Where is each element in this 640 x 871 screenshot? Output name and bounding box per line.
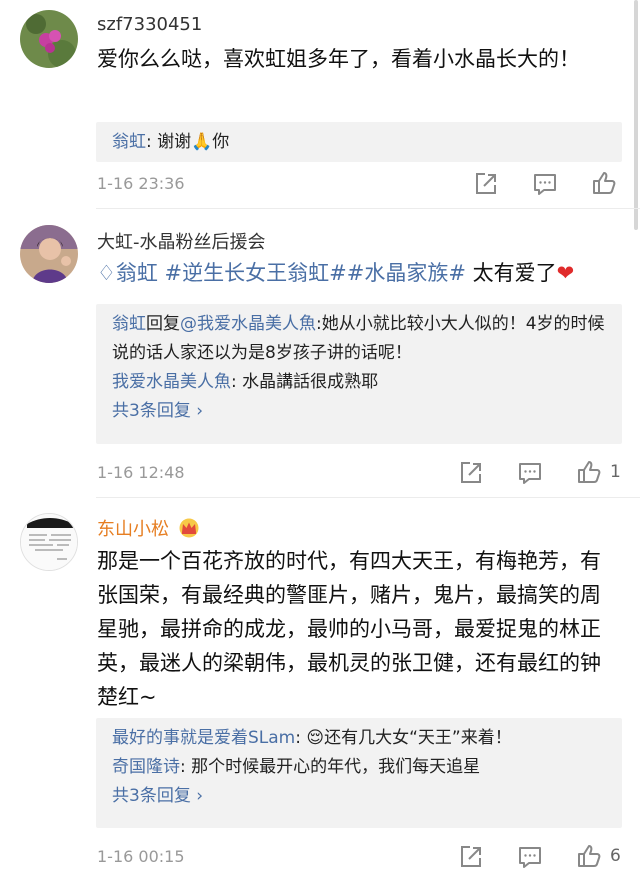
reply-mention[interactable]: @我爱水晶美人魚 <box>180 314 316 334</box>
diamond-icon: ♢ <box>97 261 116 285</box>
timestamp: 1-16 00:15 <box>97 847 185 866</box>
share-icon[interactable] <box>458 844 484 870</box>
comment-item: 东山小松 那是一个百花齐放的时代，有四大天王，有梅艳芳，有张国荣，有最经典的警匪… <box>0 497 640 871</box>
reply-box[interactable]: 翁虹回复@我爱水晶美人魚:她从小就比较小大人似的！4岁的时候说的话人家还以为是8… <box>96 304 622 444</box>
comment-text: 爱你么么哒，喜欢虹姐多年了，看着小水晶长大的！ <box>97 47 580 71</box>
reply-author[interactable]: 翁虹 <box>112 132 146 152</box>
reply-line: 翁虹: 谢谢🙏你 <box>96 122 622 162</box>
like-count: 6 <box>610 846 621 866</box>
comment-item: szf7330451 爱你么么哒，喜欢虹姐多年了，看着小水晶长大的！ 翁虹: 谢… <box>0 0 640 208</box>
crown-icon <box>179 518 199 538</box>
reply-line: 翁虹回复@我爱水晶美人魚:她从小就比较小大人似的！4岁的时候说的话人家还以为是8… <box>96 310 622 368</box>
reply-author[interactable]: 翁虹 <box>112 314 146 334</box>
reply-line: 奇国隆诗: 那个时候最开心的年代，我们每天追星 <box>96 753 622 782</box>
username[interactable]: 大虹-水晶粉丝后援会 <box>97 228 266 254</box>
comment-text: ♢翁虹 #逆生长女王翁虹##水晶家族# 太有爱了❤ <box>97 256 617 290</box>
reply-author[interactable]: 我爱水晶美人魚 <box>112 372 231 392</box>
heart-icon: ❤ <box>556 261 575 285</box>
timestamp: 1-16 23:36 <box>97 174 185 193</box>
reply-content: : 那个时候最开心的年代，我们每天追星 <box>180 757 481 777</box>
comment-icon[interactable] <box>532 171 558 197</box>
like-count: 1 <box>610 462 621 482</box>
more-replies-link[interactable]: 共3条回复 › <box>96 782 622 811</box>
reply-line: 我爱水晶美人魚: 水晶講話很成熟耶 <box>96 368 622 397</box>
share-icon[interactable] <box>473 171 499 197</box>
reply-box[interactable]: 翁虹: 谢谢🙏你 <box>96 122 622 162</box>
like-icon[interactable] <box>591 170 617 196</box>
reply-box[interactable]: 最好的事就是爱着SLam: 😌还有几大女“天王”来着！ 奇国隆诗: 那个时候最开… <box>96 718 622 828</box>
comment-icon[interactable] <box>517 460 543 486</box>
reply-content: : 😌还有几大女“天王”来着！ <box>295 728 512 748</box>
username[interactable]: 东山小松 <box>97 515 201 541</box>
like-icon[interactable] <box>576 459 602 485</box>
avatar[interactable] <box>20 10 78 68</box>
share-icon[interactable] <box>458 460 484 486</box>
avatar[interactable] <box>20 513 78 571</box>
comment-text-rest: 太有爱了 <box>472 261 557 285</box>
reply-author[interactable]: 奇国隆诗 <box>112 757 180 777</box>
reply-verb: 回复 <box>146 314 180 334</box>
username-text[interactable]: 东山小松 <box>97 519 169 540</box>
avatar[interactable] <box>20 225 78 283</box>
reply-author[interactable]: 最好的事就是爱着SLam <box>112 728 295 748</box>
reply-content: : 水晶講話很成熟耶 <box>231 372 379 392</box>
comment-text: 那是一个百花齐放的时代，有四大天王，有梅艳芳，有张国荣，有最经典的警匪片，赌片，… <box>97 549 601 709</box>
mention-link[interactable]: 翁虹 <box>116 261 158 285</box>
topic-link[interactable]: #逆生长女王翁虹# <box>165 261 347 285</box>
comment-icon[interactable] <box>517 844 543 870</box>
topic-link[interactable]: #水晶家族# <box>347 261 466 285</box>
comment-item: 大虹-水晶粉丝后援会 ♢翁虹 #逆生长女王翁虹##水晶家族# 太有爱了❤ 翁虹回… <box>0 208 640 497</box>
more-replies-link[interactable]: 共3条回复 › <box>96 397 622 426</box>
reply-content: : 谢谢🙏你 <box>146 132 230 152</box>
username[interactable]: szf7330451 <box>97 14 202 35</box>
like-icon[interactable] <box>576 843 602 869</box>
timestamp: 1-16 12:48 <box>97 463 185 482</box>
reply-line: 最好的事就是爱着SLam: 😌还有几大女“天王”来着！ <box>96 724 622 753</box>
